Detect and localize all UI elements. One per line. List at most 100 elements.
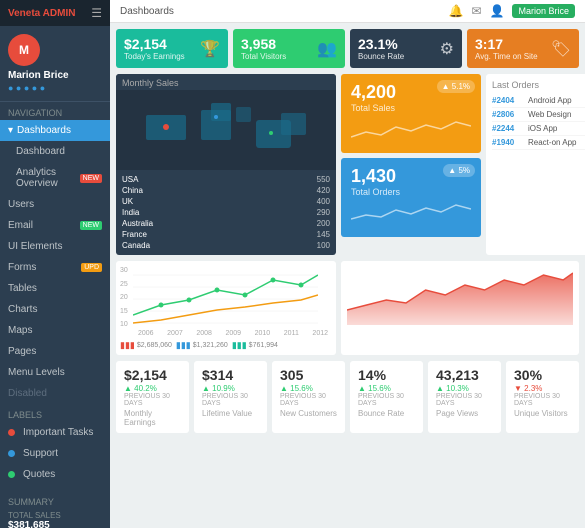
total-orders-card: 1,430 Total Orders ▲ 5% <box>341 158 481 237</box>
stat-earnings: $2,154 Today's Earnings 🏆 <box>116 29 228 68</box>
user-section: M Marion Brice ● ● ● ● ● <box>0 26 110 102</box>
metric-change: ▲ 10.3% <box>436 384 493 393</box>
stat-val-1: $2,685,060 <box>137 342 172 349</box>
metric-label: Monthly Earnings <box>124 409 181 427</box>
metric-value: 14% <box>358 367 415 383</box>
main-content: Dashboards 🔔 ✉ 👤 Marion Brice $2,154 Tod… <box>110 0 585 528</box>
metric-sub: PREVIOUS 30 DAYS <box>280 393 337 407</box>
nav-item-label: Email <box>8 220 33 231</box>
sidebar-item-analytics[interactable]: Analytics Overview NEW <box>0 162 110 194</box>
gear-icon: ⚙ <box>440 39 454 59</box>
upd-badge: UPD <box>81 263 102 272</box>
map-row-china: China420 <box>122 185 330 196</box>
total-sales-badge: ▲ 5.1% <box>437 80 475 93</box>
sidebar-item-pages[interactable]: Pages <box>0 341 110 362</box>
total-orders-label: Total Orders <box>351 187 471 197</box>
bounce-label: Bounce Rate <box>358 52 404 61</box>
x-axis: 2006 2007 2008 2009 2010 2011 2012 <box>134 330 332 337</box>
bar-icon-red: ▮▮▮ <box>120 340 135 351</box>
sidebar-item-maps[interactable]: Maps <box>0 320 110 341</box>
metric-change: ▲ 15.6% <box>280 384 337 393</box>
bar-icon-blue: ▮▮▮ <box>176 340 191 351</box>
visitors-label: Total Visitors <box>241 52 286 61</box>
hamburger-icon[interactable]: ☰ <box>91 6 102 20</box>
sparkline2-svg <box>351 201 471 226</box>
stat-val-2: $1,321,260 <box>193 342 228 349</box>
nav-item-label: Forms <box>8 262 36 273</box>
y-axis: 30 25 20 15 10 <box>120 265 131 330</box>
metric-value: $314 <box>202 367 259 383</box>
summary-label: Summary <box>8 497 102 511</box>
user-icon[interactable]: 👤 <box>490 4 505 18</box>
user-menu[interactable]: Marion Brice <box>512 4 575 18</box>
app-logo: Veneta ADMIN <box>8 8 75 19</box>
metric-bounce: 14% ▲ 15.6% PREVIOUS 30 DAYS Bounce Rate <box>350 361 423 433</box>
user-role: ● ● ● ● ● <box>8 83 102 93</box>
labels-label: Labels <box>0 404 110 422</box>
sidebar-item-dashboards[interactable]: ▾ Dashboards <box>0 120 110 141</box>
bar-icon-teal: ▮▮▮ <box>232 340 247 351</box>
chart-row: 30 25 20 15 10 <box>116 261 579 355</box>
sidebar-label-important[interactable]: Important Tasks <box>0 422 110 443</box>
sidebar-item-disabled: Disabled <box>0 383 110 404</box>
map-row-usa: USA550 <box>122 174 330 185</box>
sidebar-item-menu[interactable]: Menu Levels <box>0 362 110 383</box>
topbar: Dashboards 🔔 ✉ 👤 Marion Brice <box>110 0 585 23</box>
sidebar-item-users[interactable]: Users <box>0 194 110 215</box>
right-stats: 4,200 Total Sales ▲ 5.1% 1,430 Total Ord… <box>341 74 481 255</box>
visitors-value: 3,958 <box>241 36 286 52</box>
sidebar-label-support[interactable]: Support <box>0 443 110 464</box>
metric-label: New Customers <box>280 409 337 418</box>
sidebar-item-forms[interactable]: Forms UPD <box>0 257 110 278</box>
sidebar-label-quotes[interactable]: Quotes <box>0 464 110 485</box>
metric-label: Bounce Rate <box>358 409 415 418</box>
sidebar-item-dashboard[interactable]: Dashboard <box>0 141 110 162</box>
stat-time: 3:17 Avg. Time on Site 🏷 <box>467 29 579 68</box>
metric-sub: PREVIOUS 30 DAYS <box>124 393 181 407</box>
label-text: Important Tasks <box>23 427 93 438</box>
dot-icon <box>8 450 15 457</box>
monthly-sales-title: Monthly Sales <box>116 74 336 90</box>
map-row-uk: UK400 <box>122 196 330 207</box>
metric-sub: PREVIOUS 30 DAYS <box>514 393 571 407</box>
chart-legend: ▮▮▮ $2,685,060 ▮▮▮ $1,321,260 ▮▮▮ $761,9… <box>120 340 332 351</box>
metric-value: 30% <box>514 367 571 383</box>
total-orders-badge: ▲ 5% <box>443 164 475 177</box>
order-row: #2244 iOS App $8,203.49 <box>492 122 585 136</box>
sidebar-header: Veneta ADMIN ☰ <box>0 0 110 26</box>
bounce-value: 23.1% <box>358 36 404 52</box>
metric-label: Unique Visitors <box>514 409 571 418</box>
avatar: M <box>8 34 40 66</box>
map-row-australia: Australia200 <box>122 218 330 229</box>
stat-visitors: 3,958 Total Visitors 👥 <box>233 29 345 68</box>
metrics-row: $2,154 ▲ 40.2% PREVIOUS 30 DAYS Monthly … <box>116 361 579 433</box>
time-value: 3:17 <box>475 36 538 52</box>
sidebar-item-charts[interactable]: Charts <box>0 299 110 320</box>
dot-icon <box>8 429 15 436</box>
metric-change: ▲ 15.6% <box>358 384 415 393</box>
trophy-icon: 🏆 <box>200 39 220 59</box>
sidebar-item-tables[interactable]: Tables <box>0 278 110 299</box>
nav-item-label: Analytics Overview <box>16 167 76 189</box>
map-row-india: India290 <box>122 207 330 218</box>
stats-row: $2,154 Today's Earnings 🏆 3,958 Total Vi… <box>116 29 579 68</box>
sidebar-item-email[interactable]: Email NEW <box>0 215 110 236</box>
sidebar-item-ui[interactable]: UI Elements <box>0 236 110 257</box>
map-row-canada: Canada100 <box>122 240 330 251</box>
label-text: Support <box>23 448 58 459</box>
bell-icon[interactable]: 🔔 <box>449 4 464 18</box>
map-section: Monthly Sales <box>116 74 336 255</box>
metric-lifetime: $314 ▲ 10.9% PREVIOUS 30 DAYS Lifetime V… <box>194 361 267 433</box>
line-chart-svg <box>133 265 318 330</box>
envelope-icon[interactable]: ✉ <box>471 4 481 18</box>
nav-item-label: Users <box>8 199 34 210</box>
metric-label: Page Views <box>436 409 493 418</box>
new-badge: NEW <box>80 174 102 183</box>
metric-sub: PREVIOUS 30 DAYS <box>436 393 493 407</box>
map-row-france: France145 <box>122 229 330 240</box>
order-row: #2806 Web Design $3,641.99 <box>492 108 585 122</box>
nav-item-label: Tables <box>8 283 37 294</box>
label-text: Quotes <box>23 469 55 480</box>
dot-icon <box>8 471 15 478</box>
earnings-value: $2,154 <box>124 36 185 52</box>
